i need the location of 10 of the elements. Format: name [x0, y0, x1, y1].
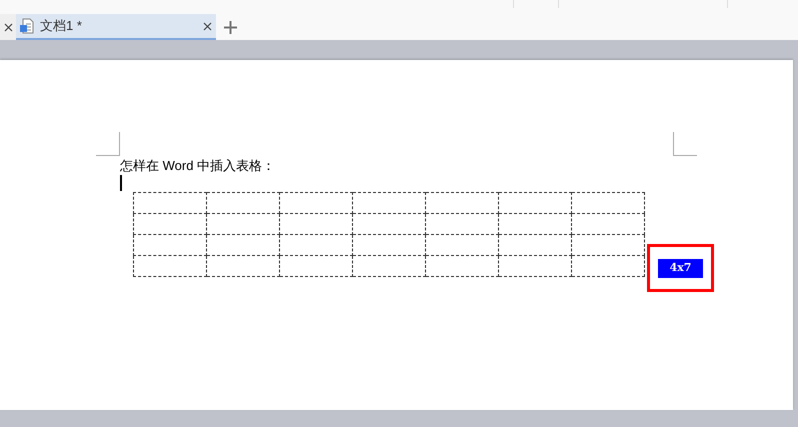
close-icon[interactable]: [203, 22, 212, 30]
tab-close-icon[interactable]: [0, 14, 16, 40]
document-tab[interactable]: 文档1 *: [16, 14, 216, 40]
margin-corner-mark: [673, 132, 697, 156]
table-size-label: 4x7: [658, 258, 703, 278]
paragraph: 怎样在 Word 中插入表格：: [120, 157, 276, 175]
new-tab-icon[interactable]: [224, 20, 237, 34]
document-icon: [20, 18, 34, 34]
text-cursor: [120, 175, 122, 191]
margin-corner-mark: [96, 132, 120, 156]
